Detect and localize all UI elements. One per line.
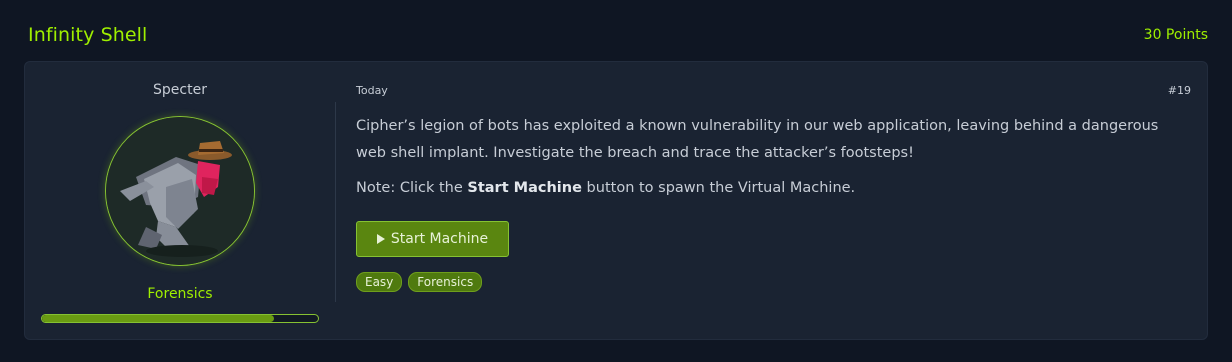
challenge-date: Today: [356, 84, 388, 97]
author-category: Forensics: [147, 286, 213, 302]
challenge-title: Infinity Shell: [28, 24, 148, 46]
note-bold: Start Machine: [467, 180, 582, 196]
challenge-description: Cipher’s legion of bots has exploited a …: [356, 118, 1159, 161]
tag-list: Easy Forensics: [356, 272, 483, 292]
hooded-figure-avatar-icon: [106, 117, 254, 265]
challenge-note: Note: Click the Start Machine button to …: [356, 180, 855, 196]
avatar: [105, 116, 255, 266]
progress-fill: [42, 315, 274, 322]
challenge-page: Infinity Shell 30 Points Specter Forensi…: [0, 0, 1232, 362]
column-divider: [335, 102, 336, 302]
challenge-card: Specter Forensics Today #19 Cipher’s leg…: [24, 61, 1208, 340]
progress-bar: [41, 314, 319, 323]
author-panel: Specter Forensics: [25, 62, 335, 339]
challenge-number: #19: [1167, 84, 1191, 97]
start-machine-label: Start Machine: [390, 231, 489, 247]
points-label: 30 Points: [1143, 27, 1208, 43]
tag-category[interactable]: Forensics: [408, 272, 483, 292]
note-prefix: Note: Click the: [356, 180, 468, 196]
challenge-details: Today #19 Cipher’s legion of bots has ex…: [356, 62, 1191, 339]
tag-difficulty[interactable]: Easy: [356, 272, 403, 292]
note-suffix: button to spawn the Virtual Machine.: [581, 180, 856, 196]
play-icon: [376, 234, 385, 244]
author-name: Specter: [153, 82, 207, 98]
start-machine-button[interactable]: Start Machine: [356, 221, 509, 257]
